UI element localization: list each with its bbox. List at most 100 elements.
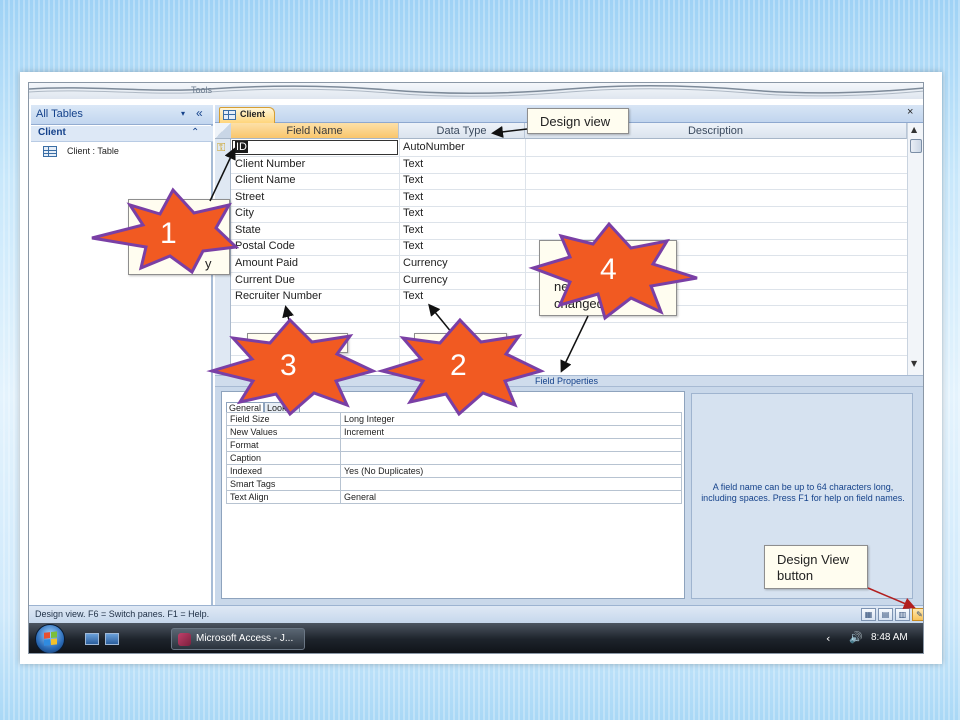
taskbar-item-access[interactable]: Microsoft Access - J... [171,628,305,650]
property-value[interactable]: Increment [340,425,682,439]
column-header-data-type[interactable]: Data Type [399,123,525,139]
grid-divider [231,322,923,323]
group-collapse-icon[interactable]: ⌃ [191,127,199,138]
callout-3-box [247,333,348,353]
data-type-cell[interactable]: Currency [403,274,448,286]
data-type-cell[interactable]: Text [403,174,423,186]
field-name-input-active[interactable] [232,140,398,155]
grid-vertical-scrollbar[interactable]: ▲ ▼ [907,123,923,375]
table-row[interactable]: Indexed Yes (No Duplicates) [226,464,682,478]
shutter-bar-close-icon[interactable]: « [196,106,203,120]
nav-item-client-table[interactable]: Client : Table [41,145,201,159]
status-text: Design view. F6 = Switch panes. F1 = Hel… [35,609,210,619]
field-name-cell[interactable]: Amount Paid [235,257,298,269]
field-properties-bar: Field Properties [215,375,923,387]
scroll-down-icon[interactable]: ▼ [911,359,917,368]
nav-item-label: Client : Table [67,146,119,156]
select-all-corner[interactable] [215,123,231,139]
field-properties-label: Field Properties [535,376,599,386]
property-name: Text Align [226,490,341,504]
property-value[interactable]: Yes (No Duplicates) [340,464,682,478]
callout-4-box: ne changed) [539,240,677,316]
callout-text: y [205,256,212,271]
field-name-cell[interactable]: Recruiter Number [235,290,322,302]
access-app-icon [178,633,191,646]
field-properties-sheet: General Lookup Field Size Long Integer New… [221,391,685,599]
system-clock: 8:48 AM [871,632,908,643]
nav-pane-header[interactable]: All Tables ▾ « [31,105,213,125]
torn-edge [29,84,923,97]
close-icon[interactable]: × [907,106,913,118]
field-properties-table: Field Size Long Integer New Values Increme… [226,412,682,504]
field-name-cell[interactable]: Street [235,191,264,203]
tab-client[interactable]: Client [219,107,275,123]
chevron-down-icon[interactable]: ▾ [181,109,185,118]
tray-expand-icon[interactable]: ‹ [826,632,830,645]
nav-group-client[interactable]: Client ⌃ [31,126,213,142]
grid-divider [231,156,923,157]
speaker-icon[interactable]: 🔊 [849,631,863,644]
status-bar: Design view. F6 = Switch panes. F1 = Hel… [29,605,923,623]
property-value[interactable] [340,451,682,465]
data-type-cell[interactable]: Text [403,191,423,203]
callout-text: ne [554,279,569,294]
field-name-cell[interactable]: State [235,224,261,236]
table-row[interactable]: Smart Tags [226,477,682,491]
taskbar-item-label: Microsoft Access - J... [196,633,294,644]
field-name-cell[interactable]: City [235,207,254,219]
tools-label: Tools [191,85,213,95]
data-type-cell[interactable]: Text [403,224,423,236]
field-name-cell[interactable]: ID [235,141,248,153]
tab-label: Client [240,109,266,119]
nav-pane-title: All Tables [36,108,83,120]
property-value[interactable]: General [340,490,682,504]
grid-divider [231,222,923,223]
table-row[interactable]: Format [226,438,682,452]
data-type-cell[interactable]: Text [403,240,423,252]
field-name-cell[interactable]: Current Due [235,274,295,286]
callout-text: Design View button [777,552,850,583]
scroll-up-icon[interactable]: ▲ [911,125,917,134]
callout-text: Design view [540,114,611,129]
callout-design-view: Design view [527,108,629,134]
property-name: Field Size [226,412,341,426]
property-name: Smart Tags [226,477,341,491]
table-row[interactable]: Caption [226,451,682,465]
property-name: Indexed [226,464,341,478]
scroll-thumb[interactable] [910,139,922,153]
field-name-cell[interactable]: Client Number [235,158,305,170]
property-name: Format [226,438,341,452]
property-value[interactable]: Long Integer [340,412,682,426]
data-type-cell[interactable]: Text [403,158,423,170]
pivotchart-view-icon[interactable]: ▥ [895,608,910,621]
table-row[interactable]: Field Size Long Integer [226,412,682,426]
show-desktop-icon[interactable] [85,633,99,645]
callout-1-box: y [128,199,230,275]
table-row[interactable]: New Values Increment [226,425,682,439]
nav-group-title: Client [38,127,66,138]
property-value[interactable] [340,438,682,452]
table-icon [43,146,57,157]
start-button[interactable] [35,624,65,653]
pivottable-view-icon[interactable]: ▤ [878,608,893,621]
data-type-cell[interactable]: Text [403,207,423,219]
property-name: New Values [226,425,341,439]
property-value[interactable] [340,477,682,491]
ribbon-remnant: Tools [29,83,923,99]
data-type-cell[interactable]: Currency [403,257,448,269]
table-row[interactable]: Text Align General [226,490,682,504]
switch-windows-icon[interactable] [105,633,119,645]
field-properties-tabs: General Lookup [226,396,300,413]
data-type-cell[interactable]: AutoNumber [403,141,465,153]
datasheet-view-icon[interactable]: ▦ [861,608,876,621]
field-name-cell[interactable]: Postal Code [235,240,295,252]
design-view-icon[interactable]: ✎ [912,608,923,621]
primary-key-icon: ⚿ [217,141,226,154]
callout-text: changed) [554,296,609,311]
field-name-cell[interactable]: Client Name [235,174,296,186]
grid-divider [231,189,923,190]
callout-2-box [414,333,507,353]
data-type-cell[interactable]: Text [403,290,423,302]
column-header-field-name[interactable]: Field Name [231,123,399,139]
grid-divider [231,206,923,207]
